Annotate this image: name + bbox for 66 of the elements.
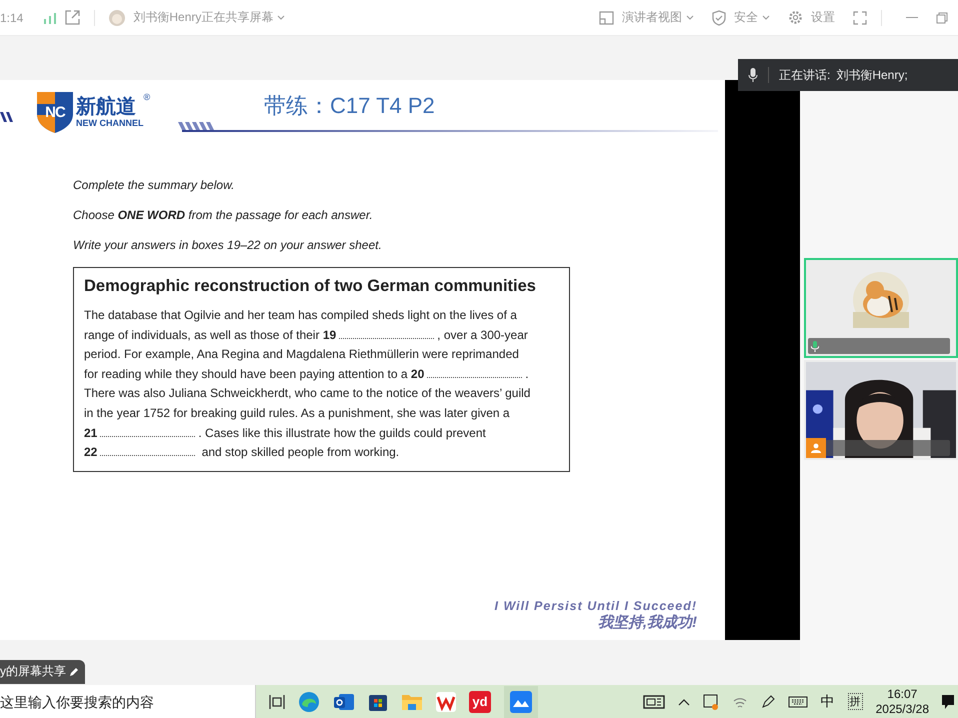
- registered-mark: ®: [144, 92, 150, 102]
- minimize-icon[interactable]: [906, 16, 918, 18]
- restore-icon[interactable]: [936, 12, 948, 24]
- summary-text: for reading while they should have been paying attention to a: [84, 366, 409, 383]
- signal-icon: [43, 12, 58, 24]
- mail-icon[interactable]: [333, 692, 355, 712]
- meeting-app-icon[interactable]: [510, 690, 532, 712]
- clock-date[interactable]: 2025/3/28: [876, 702, 929, 716]
- slide-title: 带练：C17 T4 P2: [264, 92, 436, 120]
- logo-english: NEW CHANNEL: [76, 118, 144, 128]
- settings-icon: [788, 10, 803, 25]
- news-icon[interactable]: [642, 694, 665, 708]
- summary-text: . Cases like this illustrate how the guilds could prevent: [198, 424, 486, 442]
- summary-text: .: [525, 366, 529, 383]
- question-number: 22: [84, 444, 98, 462]
- chevron-icon: [686, 15, 694, 20]
- pen-icon[interactable]: [760, 694, 775, 708]
- shield-icon: [712, 10, 726, 26]
- browser-icon[interactable]: [298, 690, 320, 712]
- task-view-icon[interactable]: [269, 694, 285, 710]
- question-number: 20: [410, 366, 424, 383]
- chevron-icon: [762, 15, 770, 20]
- avatar-icon: [109, 10, 126, 26]
- microphone-icon: [748, 68, 758, 82]
- summary-text: , over a 300-year: [437, 326, 528, 344]
- microphone-icon: [811, 340, 819, 352]
- motto-english: I Will Persist Until I Succeed!: [494, 599, 697, 613]
- person-icon: [806, 438, 826, 458]
- summary-text: There was also Juliana Schweickherdt, who came to the notice of the weavers’ guild: [84, 385, 530, 402]
- instruction-text: Choose ONE WORD from the passage for each answer.: [73, 207, 374, 223]
- video-tile[interactable]: [804, 258, 958, 358]
- question-number: 21: [84, 424, 98, 442]
- summary-text: range of individuals, as well as those of their: [84, 326, 320, 344]
- device-icon[interactable]: [702, 694, 719, 710]
- folder-icon[interactable]: [401, 692, 423, 710]
- instruction-text: Write your answers in boxes 19–22 on your answer sheet.: [73, 237, 383, 253]
- search-field[interactable]: 这里输入你要搜索的内容: [0, 685, 255, 718]
- fullscreen-icon[interactable]: [853, 10, 867, 24]
- office-app-icon[interactable]: [436, 692, 456, 712]
- speaking-label: 正在讲话:: [779, 66, 830, 84]
- chevron-icon: [277, 15, 286, 20]
- summary-text: and stop skilled people from working.: [200, 444, 400, 462]
- meeting-time: 1:14: [0, 10, 24, 24]
- share-out-icon[interactable]: [65, 10, 80, 25]
- caret-up-icon[interactable]: [678, 698, 690, 706]
- logo-shield-icon: [36, 90, 74, 134]
- presenter-view-icon: [599, 10, 614, 24]
- instruction-text: Complete the summary below.: [73, 177, 236, 193]
- logo-name: 新航道: [76, 96, 137, 118]
- screen-share-tag[interactable]: y的屏幕共享: [0, 660, 85, 684]
- pencil-icon: [69, 666, 79, 676]
- summary-heading: Demographic reconstruction of two German communities: [84, 277, 537, 296]
- question-number: 19: [322, 326, 336, 344]
- motto-chinese: 我坚持,我成功!: [598, 613, 697, 632]
- dictionary-app-icon[interactable]: yd: [469, 690, 491, 712]
- stripe-decoration: [0, 112, 14, 122]
- clock-time[interactable]: 16:07: [887, 686, 918, 702]
- notification-icon[interactable]: [942, 694, 954, 708]
- speaker-name: 刘书衡Henry;: [836, 66, 908, 84]
- input-mode-button[interactable]: 拼: [848, 693, 863, 710]
- summary-text: in the year 1752 for breaking guild rules. As a punishment, she was later given a: [84, 404, 510, 422]
- summary-text: The database that Ogilvie and her team has compiled sheds light on the lives of a: [84, 307, 517, 324]
- logo-mark: NC: [44, 104, 66, 121]
- keyboard-icon[interactable]: [788, 696, 808, 708]
- summary-text: period. For example, Ana Regina and Magdalena Riethmüllerin were reprimanded: [84, 346, 519, 364]
- input-method-button[interactable]: 中: [820, 692, 835, 710]
